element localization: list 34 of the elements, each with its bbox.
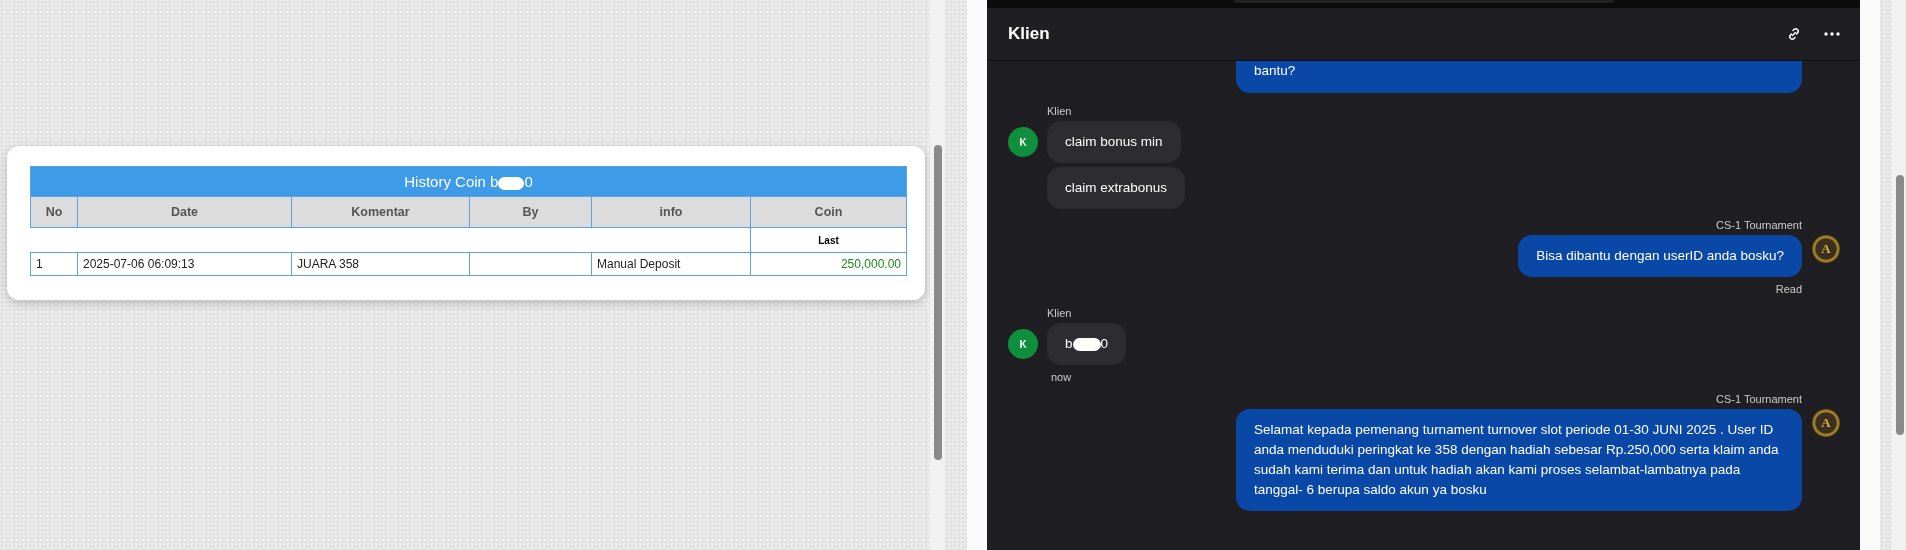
message-bubble: claim extrabonus (1047, 167, 1186, 209)
message-time: now (1051, 371, 1072, 383)
subheader-cell: Last (750, 227, 907, 253)
column-header: Komentar (291, 196, 470, 228)
read-status: Read (1775, 283, 1802, 295)
table-cell: 250,000.00 (750, 252, 907, 276)
column-header: info (591, 196, 751, 228)
table-title: History Coin b 0 (30, 166, 907, 197)
message-bubble: claim bonus min (1047, 121, 1181, 163)
sender-name: CS-1 Tournament (1716, 219, 1802, 231)
table-cell: 1 (30, 252, 78, 276)
scrollbar[interactable] (1892, 0, 1906, 550)
agent-avatar: A (1812, 409, 1840, 437)
column-header: Coin (750, 196, 907, 228)
scrollbar[interactable] (930, 0, 945, 550)
column-header: By (469, 196, 592, 228)
table-cell: Manual Deposit (591, 252, 751, 276)
link-icon[interactable] (1786, 26, 1802, 42)
table-cell: 2025-07-06 06:09:13 (77, 252, 292, 276)
message-bubble: bantu? (1236, 61, 1802, 93)
agent-avatar: A (1812, 235, 1840, 263)
sender-name: CS-1 Tournament (1716, 393, 1802, 405)
user-avatar: K (1008, 329, 1038, 359)
sender-name: Klien (1047, 105, 1073, 117)
chat-title: Klien (1008, 24, 1051, 44)
more-icon[interactable] (1824, 32, 1840, 36)
column-header: No (30, 196, 78, 228)
table-cell: JUARA 358 (291, 252, 470, 276)
sender-name: Klien (1047, 307, 1073, 319)
user-avatar: K (1008, 127, 1038, 157)
column-header: Date (77, 196, 292, 228)
message-bubble: Bisa dibantu dengan userID anda bosku? (1518, 235, 1802, 277)
message-bubble: Selamat kepada pemenang turnament turnover slot periode 01-30 JUNI 2025 . User ID anda menduduki peringkat ke 358 dengan hadiah sebesar Rp.250,000 serta klaim anda sudah kami terima dan untuk hadiah akan kami proses selambat-lambatnya pada tanggal- 6 berupa saldo akun ya bosku (1236, 409, 1802, 511)
message-bubble: b 0 (1047, 323, 1127, 365)
